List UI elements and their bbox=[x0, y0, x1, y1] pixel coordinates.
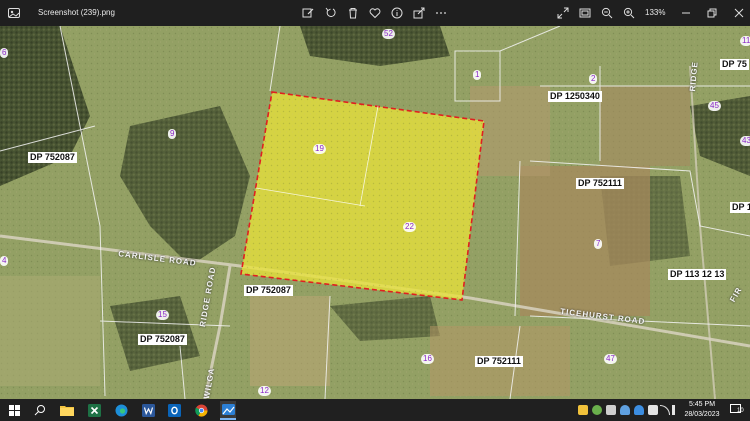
edge-icon[interactable] bbox=[113, 402, 129, 418]
more-icon[interactable] bbox=[433, 5, 449, 21]
photos-app-icon bbox=[8, 8, 20, 18]
battery-icon[interactable] bbox=[648, 405, 658, 415]
info-icon[interactable] bbox=[389, 5, 405, 21]
chrome-icon[interactable] bbox=[193, 402, 209, 418]
onedrive-icon[interactable] bbox=[620, 405, 630, 415]
lot-number: 47 bbox=[604, 354, 617, 364]
cloud-icon[interactable] bbox=[634, 405, 644, 415]
share-icon[interactable] bbox=[411, 5, 427, 21]
rotate-icon[interactable] bbox=[323, 5, 339, 21]
lot-number: 43 bbox=[740, 136, 750, 146]
tray-app-icon[interactable] bbox=[592, 405, 602, 415]
fit-icon[interactable] bbox=[577, 5, 593, 21]
parcel-label: DP 1 bbox=[730, 202, 750, 213]
lot-number: 11 bbox=[740, 36, 750, 46]
parcel-label: DP 752087 bbox=[244, 285, 293, 296]
file-explorer-icon[interactable] bbox=[59, 402, 75, 418]
parcel-label: DP 752111 bbox=[576, 178, 624, 189]
minimize-icon[interactable] bbox=[678, 5, 694, 21]
tray-device-icon[interactable] bbox=[606, 405, 616, 415]
clock-time: 5:45 PM bbox=[688, 401, 716, 408]
windows-start-icon[interactable] bbox=[6, 402, 22, 418]
notification-count: 10 bbox=[737, 408, 744, 414]
excel-icon[interactable] bbox=[86, 402, 102, 418]
favorite-icon[interactable] bbox=[367, 5, 383, 21]
lot-number: 15 bbox=[156, 310, 169, 320]
parcel-label: DP 1250340 bbox=[548, 91, 602, 102]
parcel-label: DP 752087 bbox=[28, 152, 77, 163]
map-canvas bbox=[0, 26, 750, 399]
zoom-in-icon[interactable] bbox=[621, 5, 637, 21]
aerial-map-image[interactable]: DP 752087 DP 1250340 DP 752111 DP 752087… bbox=[0, 26, 750, 399]
parcel-label: DP 75 bbox=[720, 59, 749, 70]
parcel-label: DP 752087 bbox=[138, 334, 187, 345]
windows-taskbar: 5:45 PM 28/03/2023 10 bbox=[0, 399, 750, 421]
search-icon[interactable] bbox=[32, 402, 48, 418]
lot-number: 16 bbox=[421, 354, 434, 364]
highlighted-property-parcel bbox=[240, 91, 485, 301]
notification-center-icon[interactable]: 10 bbox=[728, 402, 744, 418]
parcel-label: DP 752111 bbox=[475, 356, 523, 367]
zoom-level[interactable]: 133% bbox=[645, 0, 665, 26]
fullscreen-icon[interactable] bbox=[555, 5, 571, 21]
taskbar-clock[interactable]: 5:45 PM 28/03/2023 bbox=[680, 400, 724, 420]
close-icon[interactable] bbox=[731, 5, 747, 21]
window-title: Screenshot (239).png bbox=[38, 8, 115, 17]
edit-icon[interactable] bbox=[300, 5, 316, 21]
parcel-label: DP 113 12 13 bbox=[668, 269, 727, 280]
delete-icon[interactable] bbox=[345, 5, 361, 21]
word-icon[interactable] bbox=[140, 402, 156, 418]
lot-number: 45 bbox=[708, 101, 721, 111]
photos-icon[interactable] bbox=[220, 401, 236, 420]
lot-number: 52 bbox=[382, 29, 395, 39]
clock-date: 28/03/2023 bbox=[684, 411, 720, 418]
lot-number: 12 bbox=[258, 386, 271, 396]
wifi-icon[interactable] bbox=[660, 405, 670, 415]
restore-icon[interactable] bbox=[704, 5, 720, 21]
tray-lock-icon[interactable] bbox=[578, 405, 588, 415]
title-bar: Screenshot (239).png 133% bbox=[0, 0, 750, 26]
lot-number: 22 bbox=[403, 222, 416, 232]
lot-number: 19 bbox=[313, 144, 326, 154]
zoom-out-icon[interactable] bbox=[599, 5, 615, 21]
outlook-icon[interactable] bbox=[166, 402, 182, 418]
